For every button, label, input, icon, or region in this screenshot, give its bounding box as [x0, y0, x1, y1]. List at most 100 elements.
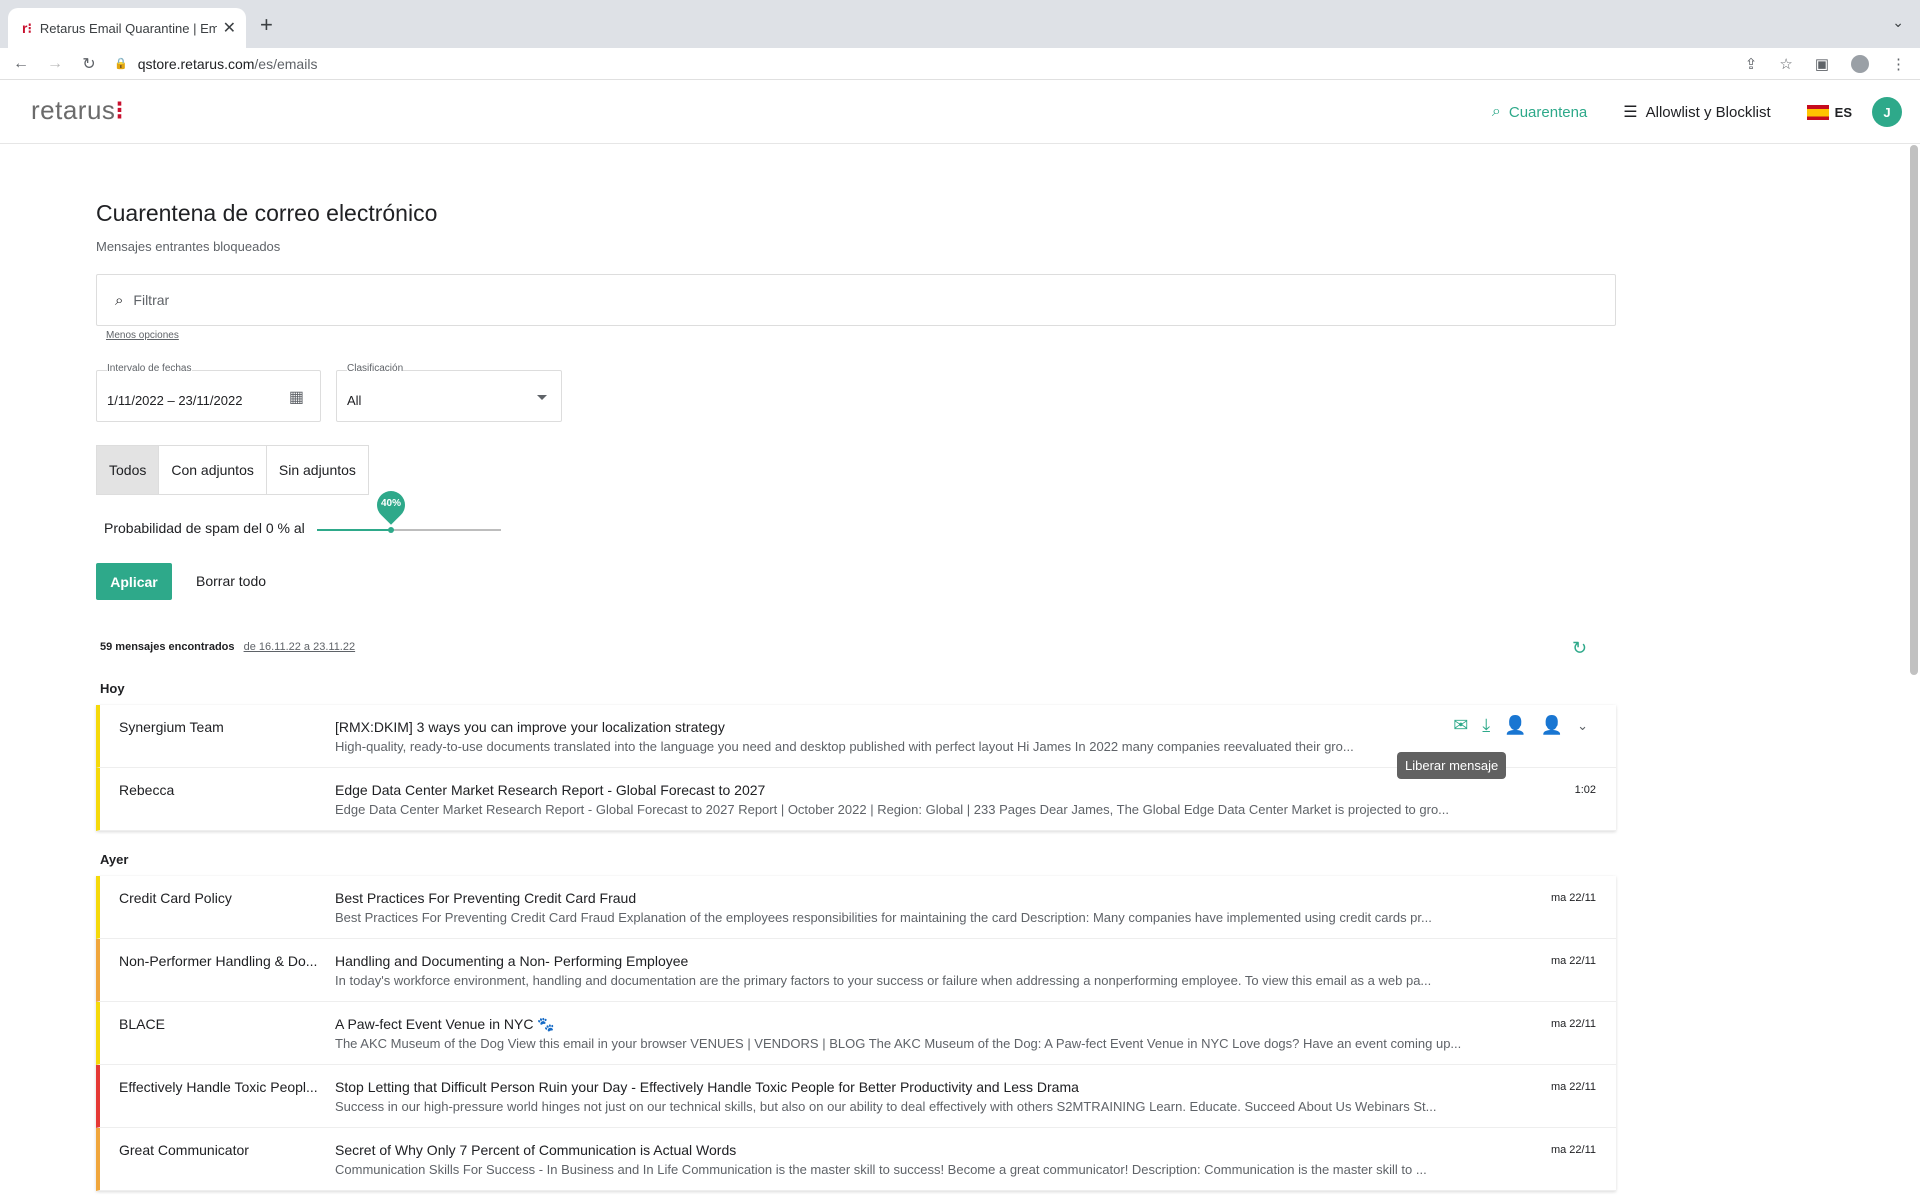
- attachment-filter: Todos Con adjuntos Sin adjuntos: [96, 445, 369, 495]
- block-sender-icon[interactable]: 👤: [1541, 715, 1563, 736]
- url-path: /es/emails: [254, 55, 318, 72]
- tab-title: Retarus Email Quarantine | Email: [39, 20, 217, 36]
- classification-value: All: [347, 393, 362, 408]
- email-subject: Handling and Documenting a Non- Performi…: [335, 953, 689, 969]
- browser-tab[interactable]: r⁝ Retarus Email Quarantine | Email ✕: [8, 8, 246, 48]
- slider-fill: [317, 529, 391, 531]
- date-range-field[interactable]: Intervalo de fechas 1/11/2022 – 23/11/20…: [96, 363, 321, 422]
- segment-with-attachments[interactable]: Con adjuntos: [159, 446, 267, 494]
- email-date: 1:02: [1574, 784, 1596, 796]
- close-tab-icon[interactable]: ✕: [223, 18, 236, 38]
- email-row[interactable]: Rebecca Edge Data Center Market Research…: [96, 768, 1616, 831]
- email-subject: A Paw-fect Event Venue in NYC 🐾: [335, 1016, 555, 1032]
- bookmark-star-icon[interactable]: ☆: [1779, 55, 1792, 73]
- group-label-yesterday: Ayer: [100, 852, 129, 867]
- dropdown-caret-icon: [537, 395, 547, 400]
- retarus-logo[interactable]: retarus⁝: [31, 95, 124, 126]
- tab-search-chevron-icon[interactable]: ⌄: [1892, 14, 1904, 31]
- results-count: 59 mensajes encontrados: [100, 641, 235, 653]
- apply-button[interactable]: Aplicar: [96, 563, 172, 600]
- user-avatar[interactable]: J: [1872, 97, 1902, 127]
- classification-select[interactable]: Clasificación All: [336, 363, 562, 422]
- email-row[interactable]: Great Communicator Secret of Why Only 7 …: [96, 1128, 1616, 1191]
- page-subtitle: Mensajes entrantes bloqueados: [96, 239, 281, 254]
- email-date: ma 22/11: [1550, 892, 1596, 904]
- email-list-today: Synergium Team [RMX:DKIM] 3 ways you can…: [96, 705, 1616, 831]
- email-sender: Great Communicator: [119, 1142, 249, 1158]
- email-preview: Edge Data Center Market Research Report …: [335, 802, 1450, 817]
- download-icon[interactable]: ⤓: [1482, 715, 1490, 736]
- email-preview: The AKC Museum of the Dog View this emai…: [335, 1036, 1462, 1051]
- search-icon: ⌕: [115, 291, 124, 309]
- email-row[interactable]: Synergium Team [RMX:DKIM] 3 ways you can…: [96, 705, 1616, 768]
- filter-input[interactable]: ⌕ Filtrar: [96, 274, 1616, 326]
- page-title: Cuarentena de correo electrónico: [96, 200, 438, 226]
- expand-chevron-icon[interactable]: ⌄: [1577, 718, 1588, 736]
- spam-probability-slider[interactable]: 40%: [317, 485, 501, 533]
- page-scrollbar[interactable]: [1910, 145, 1918, 675]
- url-host: qstore.retarus.com: [137, 55, 255, 72]
- reload-icon[interactable]: ↻: [76, 54, 102, 74]
- url-field[interactable]: 🔒 qstore.retarus.com/es/emails: [114, 50, 1745, 78]
- email-date: ma 22/11: [1550, 1018, 1596, 1030]
- segment-all[interactable]: Todos: [97, 446, 160, 494]
- email-sender: Effectively Handle Toxic Peopl...: [119, 1079, 318, 1095]
- results-summary: 59 mensajes encontrados de 16.11.22 a 23…: [100, 641, 355, 653]
- classification-label: Clasificación: [347, 363, 404, 374]
- email-preview: In today's workforce environment, handli…: [335, 973, 1432, 988]
- slider-value-text: 40%: [380, 498, 401, 509]
- top-nav: ⌕ Cuarentena ☰ Allowlist y Blocklist ES …: [1456, 80, 1902, 144]
- email-sender: Non-Performer Handling & Do...: [119, 953, 318, 969]
- email-subject: Best Practices For Preventing Credit Car…: [335, 890, 637, 906]
- retarus-favicon-icon: r⁝: [22, 19, 32, 36]
- segment-without-attachments[interactable]: Sin adjuntos: [267, 446, 368, 494]
- email-sender: BLACE: [119, 1016, 165, 1032]
- email-sender: Credit Card Policy: [119, 890, 232, 906]
- less-options-link[interactable]: Menos opciones: [106, 330, 179, 341]
- allow-sender-icon[interactable]: 👤: [1504, 715, 1526, 736]
- refresh-icon[interactable]: ↻: [1572, 638, 1587, 659]
- sidepanel-icon[interactable]: ▣: [1815, 55, 1829, 73]
- email-row[interactable]: BLACE A Paw-fect Event Venue in NYC 🐾 Th…: [96, 1002, 1616, 1065]
- lock-icon[interactable]: 🔒: [114, 57, 128, 70]
- email-subject: [RMX:DKIM] 3 ways you can improve your l…: [335, 719, 725, 735]
- language-selector[interactable]: ES: [1806, 104, 1852, 120]
- email-preview: Best Practices For Preventing Credit Car…: [335, 910, 1432, 925]
- group-label-today: Hoy: [100, 681, 125, 696]
- email-row[interactable]: Credit Card Policy Best Practices For Pr…: [96, 876, 1616, 939]
- date-range-value: 1/11/2022 – 23/11/2022: [107, 393, 243, 408]
- calendar-icon[interactable]: ▦: [289, 387, 304, 407]
- email-subject: Edge Data Center Market Research Report …: [335, 782, 766, 798]
- spam-probability-label: Probabilidad de spam del 0 % al: [104, 520, 305, 536]
- email-date: ma 22/11: [1550, 1081, 1596, 1093]
- release-message-tooltip: Liberar mensaje: [1397, 752, 1507, 779]
- clear-all-button[interactable]: Borrar todo: [196, 573, 266, 589]
- kebab-menu-icon[interactable]: ⋮: [1891, 55, 1906, 73]
- email-preview: Success in our high-pressure world hinge…: [335, 1099, 1437, 1114]
- nav-allowlist-blocklist[interactable]: ☰ Allowlist y Blocklist: [1623, 102, 1770, 122]
- forward-icon[interactable]: →: [42, 55, 68, 73]
- email-list-yesterday: Credit Card Policy Best Practices For Pr…: [96, 876, 1616, 1191]
- back-icon[interactable]: ←: [8, 55, 34, 73]
- browser-tabbar: r⁝ Retarus Email Quarantine | Email ✕ + …: [0, 0, 1920, 48]
- email-preview: Communication Skills For Success - In Bu…: [335, 1162, 1427, 1177]
- date-range-label: Intervalo de fechas: [107, 363, 192, 374]
- email-row-actions: ✉ ⤓ 👤 👤 ⌄: [1453, 715, 1588, 736]
- email-preview: High-quality, ready-to-use documents tra…: [335, 739, 1354, 754]
- browser-addressbar: ← → ↻ 🔒 qstore.retarus.com/es/emails ⇪ ☆…: [0, 48, 1920, 80]
- spain-flag-icon: [1806, 104, 1829, 120]
- share-icon[interactable]: ⇪: [1745, 55, 1758, 73]
- nav-quarantine[interactable]: ⌕ Cuarentena: [1492, 103, 1587, 121]
- results-range-link[interactable]: de 16.11.22 a 23.11.22: [244, 641, 356, 653]
- email-date: ma 22/11: [1550, 955, 1596, 967]
- email-date: ma 22/11: [1550, 1144, 1596, 1156]
- list-icon: ☰: [1623, 104, 1638, 121]
- email-row[interactable]: Non-Performer Handling & Do... Handling …: [96, 939, 1616, 1002]
- new-tab-icon[interactable]: +: [260, 12, 273, 38]
- email-sender: Rebecca: [119, 782, 175, 798]
- email-sender: Synergium Team: [119, 719, 224, 735]
- release-message-icon[interactable]: ✉: [1453, 715, 1468, 736]
- profile-icon[interactable]: [1851, 54, 1869, 73]
- slider-thumb[interactable]: [388, 527, 394, 533]
- email-row[interactable]: Effectively Handle Toxic Peopl... Stop L…: [96, 1065, 1616, 1128]
